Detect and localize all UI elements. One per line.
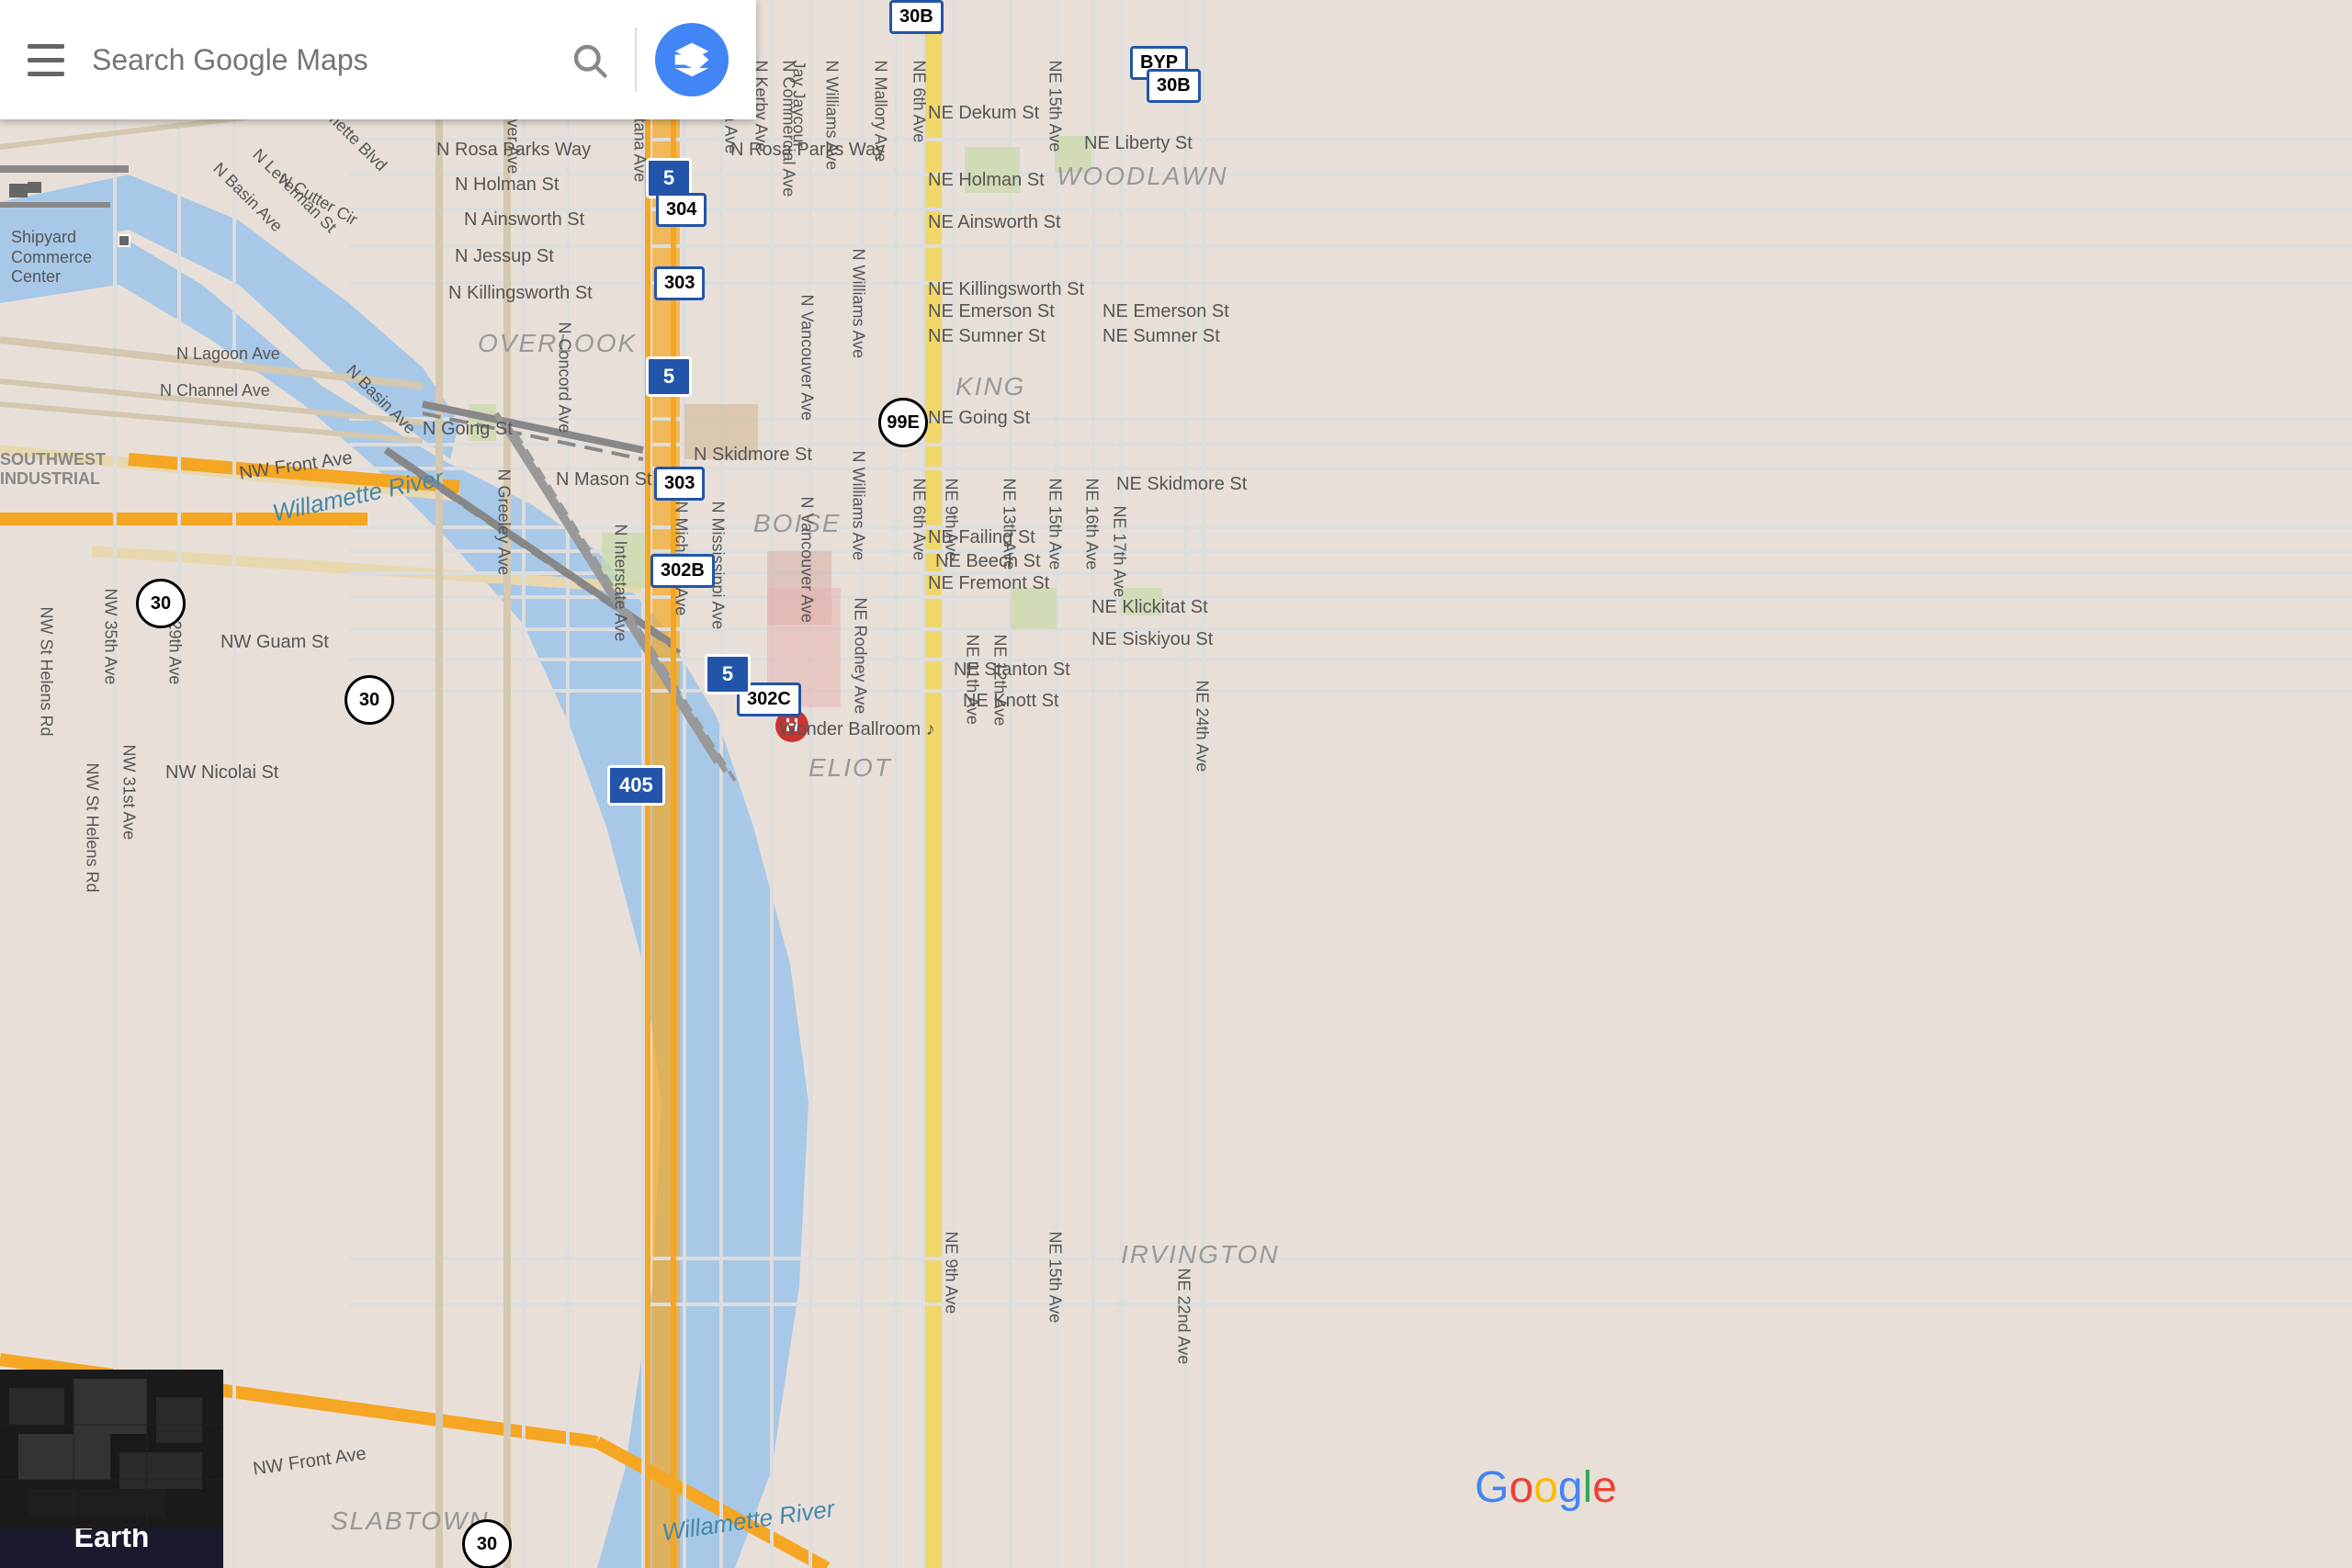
shield-405: 405: [607, 765, 665, 806]
shield-302b: 302B: [650, 554, 715, 588]
earth-thumbnail[interactable]: Earth: [0, 1370, 223, 1568]
shield-i5-mid: 5: [646, 356, 692, 397]
shield-99e: 99E: [878, 398, 928, 447]
map-container: H ARBOR LODGE OVERLOOK BOISE KING WOODLA…: [0, 0, 2352, 1568]
svg-text:H: H: [786, 716, 798, 736]
search-input[interactable]: [92, 43, 543, 77]
shield-30-w: 30: [136, 579, 186, 628]
shield-30b-ne: 30B: [889, 0, 944, 34]
shield-30b-ne2: 30B: [1147, 69, 1201, 103]
search-button[interactable]: [561, 32, 616, 87]
shield-30-s: 30: [462, 1519, 512, 1568]
shield-i5-s: 5: [705, 654, 751, 694]
shield-304: 304: [656, 193, 707, 227]
search-input-wrapper: [92, 43, 543, 77]
hamburger-icon[interactable]: [28, 37, 74, 83]
shipyard-dot: [118, 234, 130, 247]
map-svg: H: [0, 0, 2352, 1568]
search-divider: [635, 28, 637, 92]
directions-button[interactable]: [655, 23, 729, 96]
shield-303-s: 303: [654, 467, 705, 501]
google-logo: Google: [1475, 1462, 1617, 1513]
shield-30-mid: 30: [345, 675, 394, 725]
shield-303-n: 303: [654, 266, 705, 300]
search-bar: [0, 0, 756, 119]
